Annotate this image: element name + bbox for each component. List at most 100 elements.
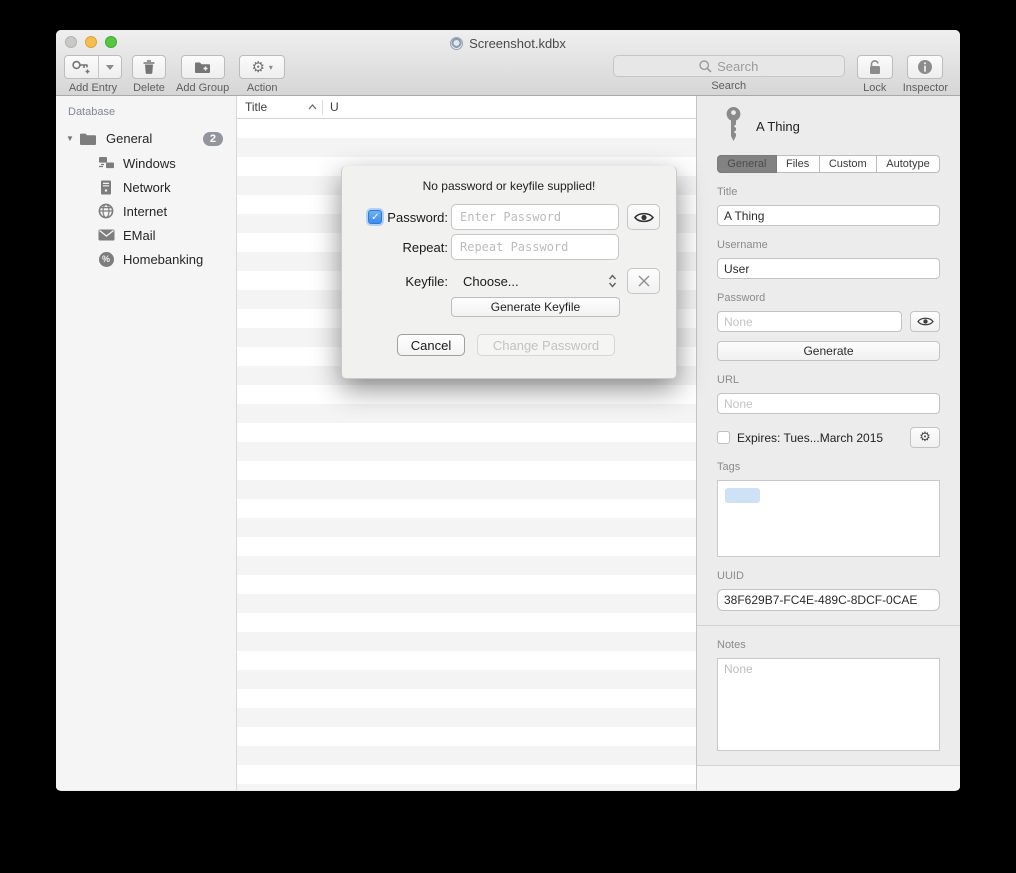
reveal-dialog-password-button[interactable] <box>627 204 660 230</box>
column-header-username[interactable]: U <box>323 100 339 114</box>
inspector-tabs: General Files Custom Autotype <box>717 155 940 173</box>
window-title: Screenshot.kdbx <box>469 36 566 51</box>
entry-count-badge: 2 <box>203 132 223 146</box>
close-button[interactable] <box>65 36 77 48</box>
add-entry-button[interactable] <box>64 55 122 79</box>
trash-icon <box>143 60 155 74</box>
info-icon <box>917 59 933 75</box>
inspector-button[interactable] <box>907 55 943 79</box>
sidebar-item-label: Homebanking <box>123 252 203 267</box>
add-entry-label: Add Entry <box>69 82 117 94</box>
delete-button[interactable] <box>132 55 166 79</box>
key-plus-icon <box>65 56 98 78</box>
enter-password-input[interactable] <box>451 204 619 230</box>
add-group-label: Add Group <box>176 82 229 94</box>
url-field[interactable] <box>717 393 940 414</box>
key-icon <box>725 107 742 145</box>
disclosure-triangle-icon[interactable]: ▼ <box>66 134 79 143</box>
repeat-password-input[interactable] <box>451 234 619 260</box>
lock-label: Lock <box>863 82 886 94</box>
tags-label: Tags <box>717 461 940 473</box>
column-header-title[interactable]: Title <box>237 96 322 118</box>
envelope-icon <box>97 229 115 241</box>
entry-title: A Thing <box>756 119 800 134</box>
minimize-button[interactable] <box>85 36 97 48</box>
tag-token[interactable] <box>725 488 760 503</box>
uuid-field[interactable] <box>717 589 940 611</box>
clear-keyfile-button[interactable] <box>627 268 660 294</box>
globe-icon <box>97 203 115 219</box>
add-group-button[interactable] <box>181 55 225 79</box>
sidebar-item-label: Internet <box>123 204 167 219</box>
sidebar-group-homebanking[interactable]: % Homebanking <box>56 247 236 271</box>
tags-field[interactable] <box>717 480 940 557</box>
lock-button[interactable] <box>857 55 893 79</box>
sidebar: Database ▼ General 2 Windows Network <box>56 96 237 790</box>
tab-custom[interactable]: Custom <box>820 155 877 173</box>
cancel-button[interactable]: Cancel <box>397 334 465 356</box>
folder-icon <box>79 132 97 146</box>
dialog-password-label: Password: <box>387 210 448 225</box>
username-label: Username <box>717 239 940 251</box>
expires-checkbox[interactable] <box>717 431 730 444</box>
generate-keyfile-button[interactable]: Generate Keyfile <box>451 297 620 317</box>
server-icon <box>97 180 115 195</box>
window-chrome: Screenshot.kdbx Add Entry Delete <box>56 30 960 96</box>
app-window: Screenshot.kdbx Add Entry Delete <box>56 30 960 791</box>
reveal-password-button[interactable] <box>910 311 940 332</box>
zoom-button[interactable] <box>105 36 117 48</box>
sidebar-group-general[interactable]: ▼ General 2 <box>56 126 236 151</box>
notes-label: Notes <box>717 639 940 651</box>
delete-label: Delete <box>133 82 165 94</box>
password-label: Password <box>717 292 940 304</box>
dialog-repeat-label: Repeat: <box>402 240 448 255</box>
sort-ascending-icon <box>308 104 317 110</box>
inspector-footer <box>697 765 960 790</box>
add-entry-dropdown-arrow-icon[interactable] <box>98 56 121 78</box>
chevron-down-icon: ▾ <box>269 63 273 72</box>
action-label: Action <box>247 82 278 94</box>
gear-icon: ⚙ <box>919 431 931 444</box>
password-checkbox[interactable]: ✓ <box>368 210 382 224</box>
password-field[interactable] <box>717 311 902 332</box>
toolbar: Add Entry Delete Add Group ⚙ ▾ Action <box>56 51 960 94</box>
traffic-lights <box>65 36 117 48</box>
tab-files[interactable]: Files <box>777 155 820 173</box>
search-input[interactable]: Search <box>613 55 845 77</box>
search-placeholder: Search <box>717 59 758 74</box>
title-field[interactable] <box>717 205 940 226</box>
percent-icon: % <box>97 252 115 267</box>
tab-general[interactable]: General <box>717 155 777 173</box>
change-password-dialog: No password or keyfile supplied! ✓ Passw… <box>341 166 677 379</box>
sidebar-group-network[interactable]: Network <box>56 175 236 199</box>
divider <box>697 625 960 626</box>
sidebar-item-label: EMail <box>123 228 156 243</box>
expires-label: Expires: Tues...March 2015 <box>737 431 883 445</box>
url-label: URL <box>717 374 940 386</box>
sidebar-group-internet[interactable]: Internet <box>56 199 236 223</box>
eye-icon <box>634 211 654 224</box>
stepper-icon <box>608 274 617 288</box>
tab-autotype[interactable]: Autotype <box>877 155 940 173</box>
username-field[interactable] <box>717 258 940 279</box>
uuid-label: UUID <box>717 570 940 582</box>
search-icon <box>699 60 712 73</box>
folder-plus-icon <box>194 61 211 74</box>
sidebar-group-windows[interactable]: Windows <box>56 151 236 175</box>
action-button[interactable]: ⚙ ▾ <box>239 55 285 79</box>
keyfile-popup[interactable]: Choose... <box>451 268 619 294</box>
eye-icon <box>917 316 934 327</box>
sidebar-group-label: General <box>106 131 152 146</box>
table-header: Title U <box>237 96 696 119</box>
sidebar-group-email[interactable]: EMail <box>56 223 236 247</box>
title-label: Title <box>717 186 940 198</box>
dialog-message: No password or keyfile supplied! <box>342 179 676 193</box>
change-password-button[interactable]: Change Password <box>477 334 615 356</box>
titlebar: Screenshot.kdbx <box>56 30 960 51</box>
inspector-label: Inspector <box>903 82 948 94</box>
close-x-icon <box>637 274 651 288</box>
generate-password-button[interactable]: Generate <box>717 341 940 361</box>
inspector-panel: A Thing General Files Custom Autotype Ti… <box>696 96 960 790</box>
notes-field[interactable] <box>717 658 940 751</box>
expires-options-button[interactable]: ⚙ <box>910 427 940 448</box>
